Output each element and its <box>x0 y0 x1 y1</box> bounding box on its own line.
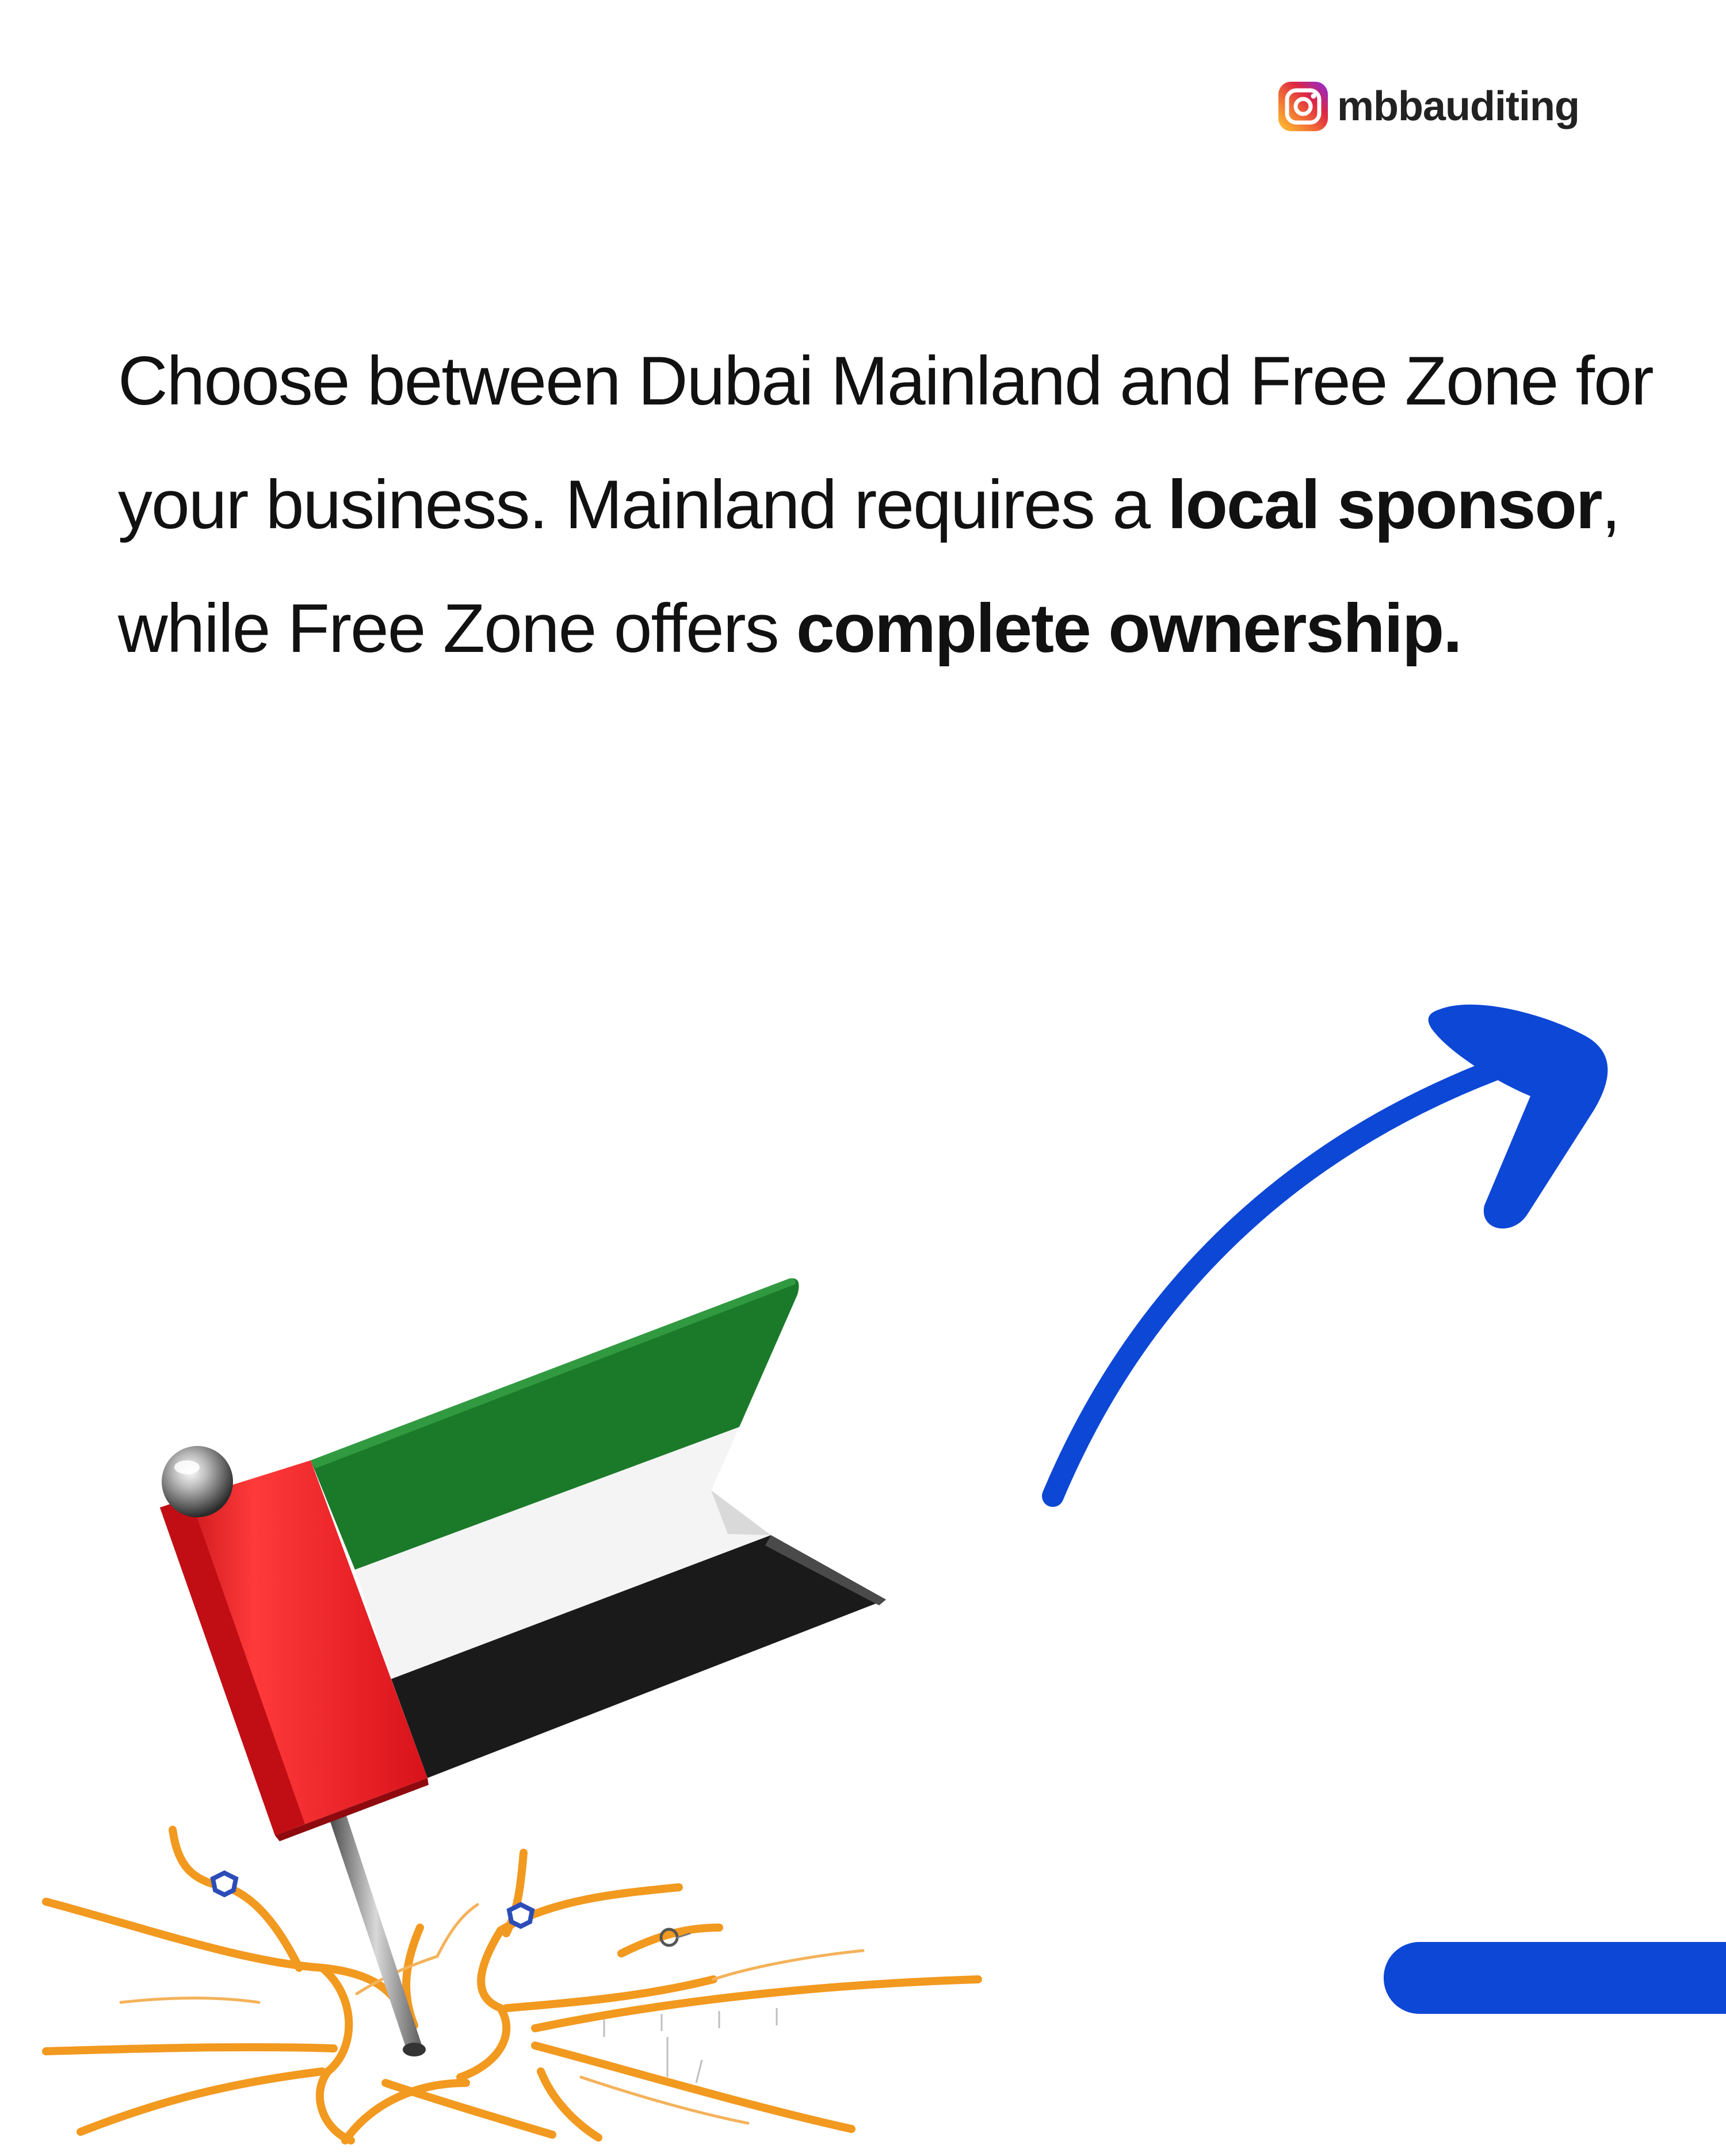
illustration <box>42 1004 1608 2144</box>
uae-flag-pin-icon <box>160 1278 886 2056</box>
decorative-pill-bar <box>1384 1942 1726 2014</box>
road-map-icon <box>42 1826 982 2144</box>
curved-arrow-icon <box>1042 1004 1608 1507</box>
